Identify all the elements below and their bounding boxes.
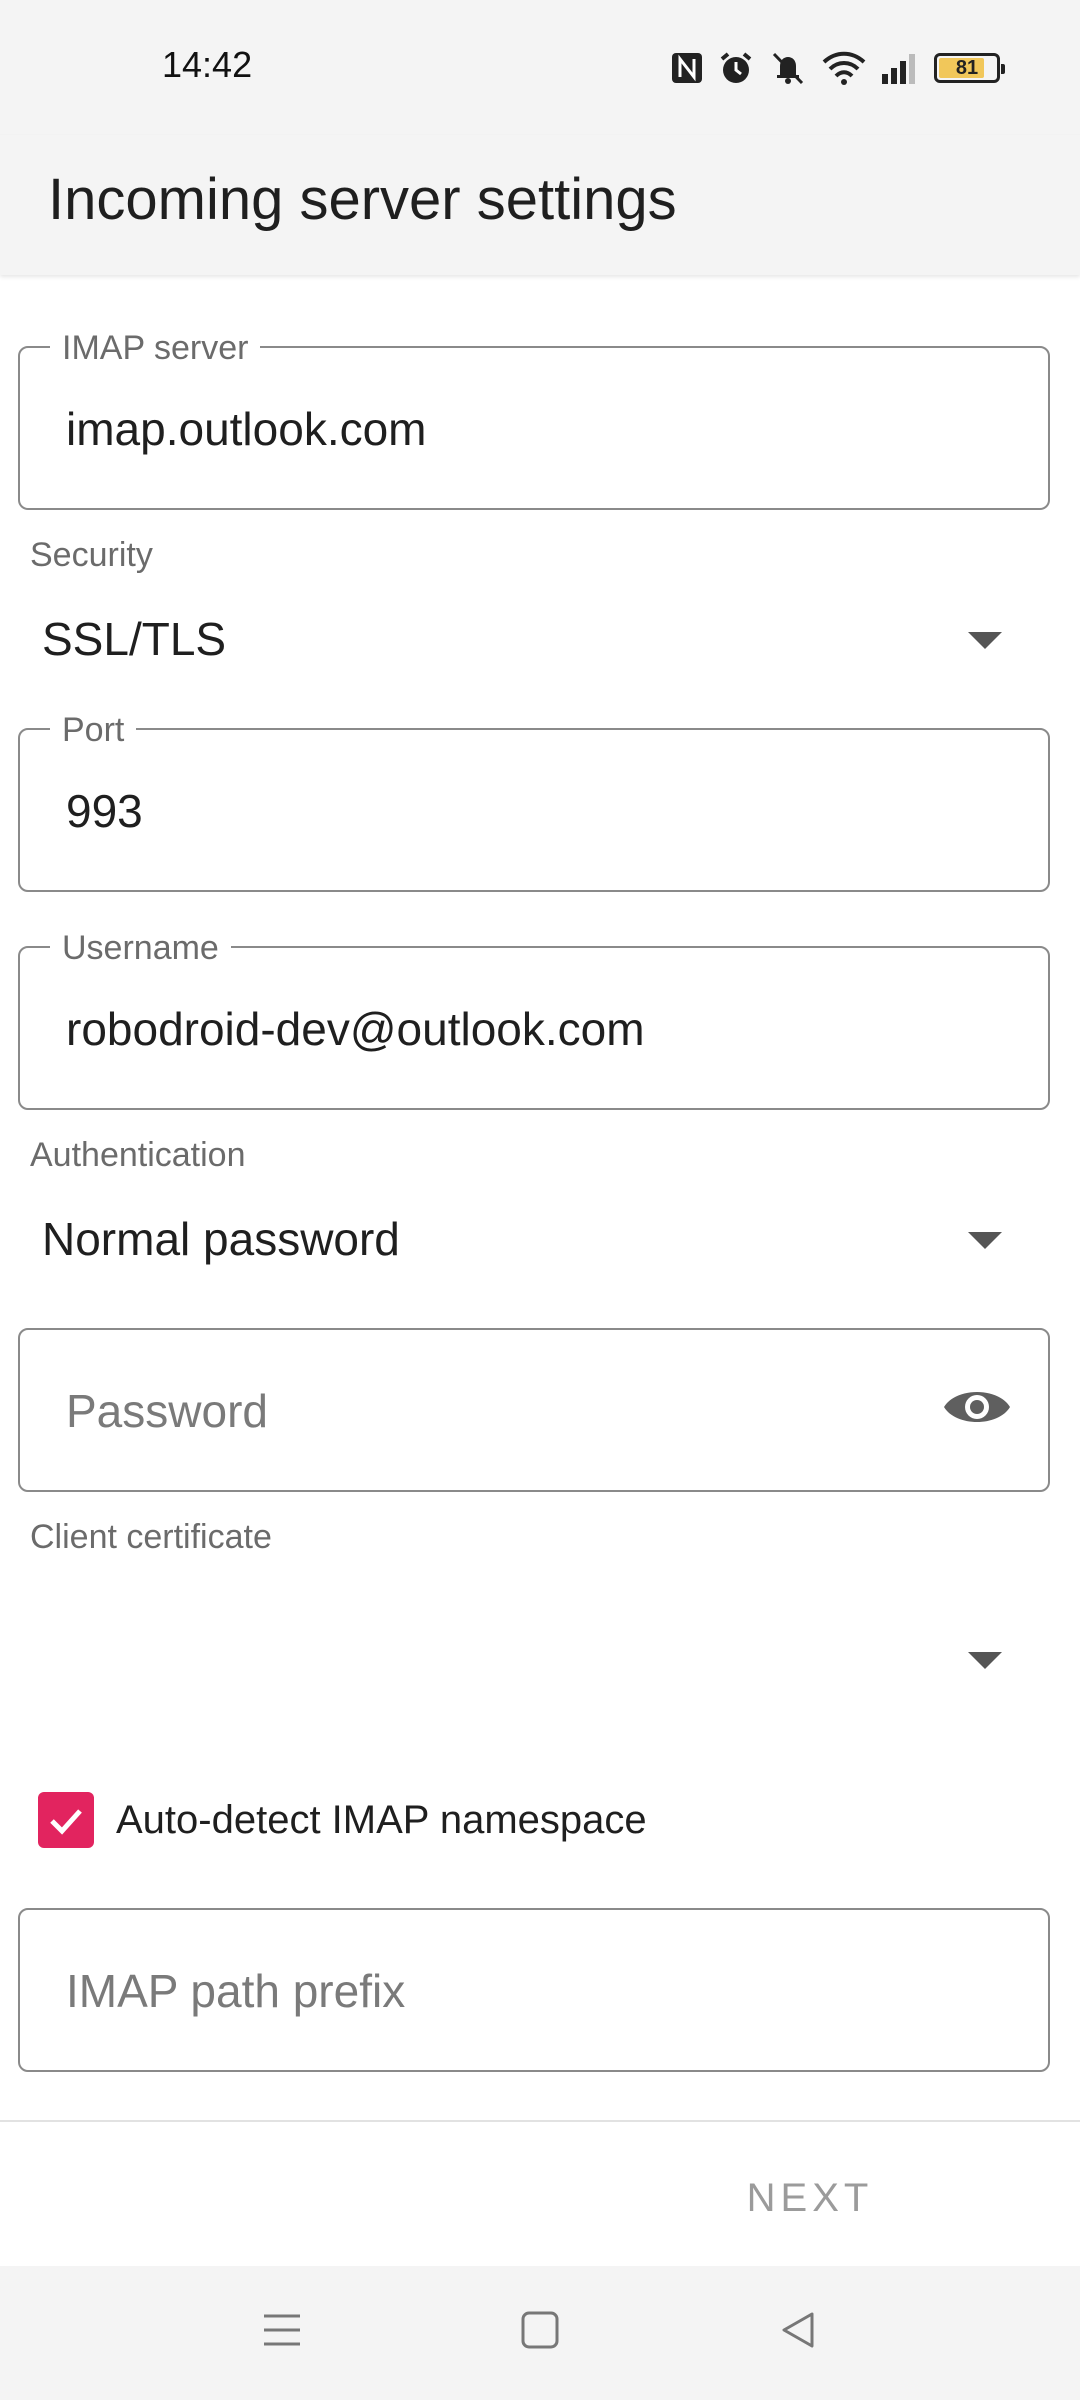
password-placeholder: Password [66, 1385, 268, 1437]
auto-detect-namespace-row[interactable]: Auto-detect IMAP namespace [38, 1790, 647, 1850]
divider [0, 2120, 1080, 2122]
username-field[interactable]: Username robodroid-dev@outlook.com [18, 928, 1050, 1110]
imap-path-prefix-field[interactable]: IMAP path prefix [18, 1908, 1050, 2072]
signal-icon [880, 50, 920, 86]
security-dropdown[interactable]: SSL/TLS [18, 590, 1050, 690]
password-field[interactable]: Password [18, 1328, 1050, 1492]
visibility-eye-icon[interactable] [942, 1382, 1012, 1437]
imap-server-field[interactable]: IMAP server imap.outlook.com [18, 328, 1050, 510]
menu-icon[interactable] [262, 2310, 302, 2355]
dropdown-arrow-icon [968, 1652, 1002, 1669]
status-time: 14:42 [162, 44, 253, 85]
port-label: Port [50, 710, 137, 750]
battery-icon: 81 [934, 53, 1005, 83]
dropdown-arrow-icon [968, 1232, 1002, 1249]
client-certificate-label: Client certificate [30, 1518, 272, 1556]
alarm-icon [718, 50, 754, 86]
authentication-dropdown[interactable]: Normal password [18, 1190, 1050, 1290]
authentication-label: Authentication [30, 1136, 246, 1174]
auto-detect-label: Auto-detect IMAP namespace [116, 1797, 647, 1842]
home-icon[interactable] [520, 2310, 560, 2355]
back-icon[interactable] [778, 2310, 818, 2355]
page-title: Incoming server settings [48, 167, 677, 232]
nfc-icon [670, 51, 704, 85]
checkmark-icon [50, 1809, 82, 1835]
next-button[interactable]: NEXT [720, 2162, 900, 2234]
app-bar: Incoming server settings [0, 135, 1080, 275]
security-label: Security [30, 536, 153, 574]
mute-icon [768, 50, 808, 86]
username-label: Username [50, 928, 231, 968]
port-value: 993 [66, 785, 143, 837]
imap-server-value: imap.outlook.com [66, 403, 427, 455]
status-icons: 81 [670, 48, 1005, 88]
imap-path-prefix-placeholder: IMAP path prefix [66, 1965, 406, 2017]
port-field[interactable]: Port 993 [18, 710, 1050, 892]
battery-level: 81 [955, 56, 979, 79]
status-bar: 14:42 81 [0, 0, 1080, 135]
imap-server-label: IMAP server [50, 328, 261, 368]
username-value: robodroid-dev@outlook.com [66, 1003, 645, 1055]
wifi-icon [822, 50, 866, 86]
authentication-value: Normal password [42, 1213, 400, 1265]
security-value: SSL/TLS [42, 613, 227, 665]
dropdown-arrow-icon [968, 632, 1002, 649]
nav-bar [0, 2266, 1080, 2400]
client-certificate-dropdown[interactable] [18, 1610, 1050, 1710]
auto-detect-checkbox[interactable] [38, 1792, 94, 1848]
